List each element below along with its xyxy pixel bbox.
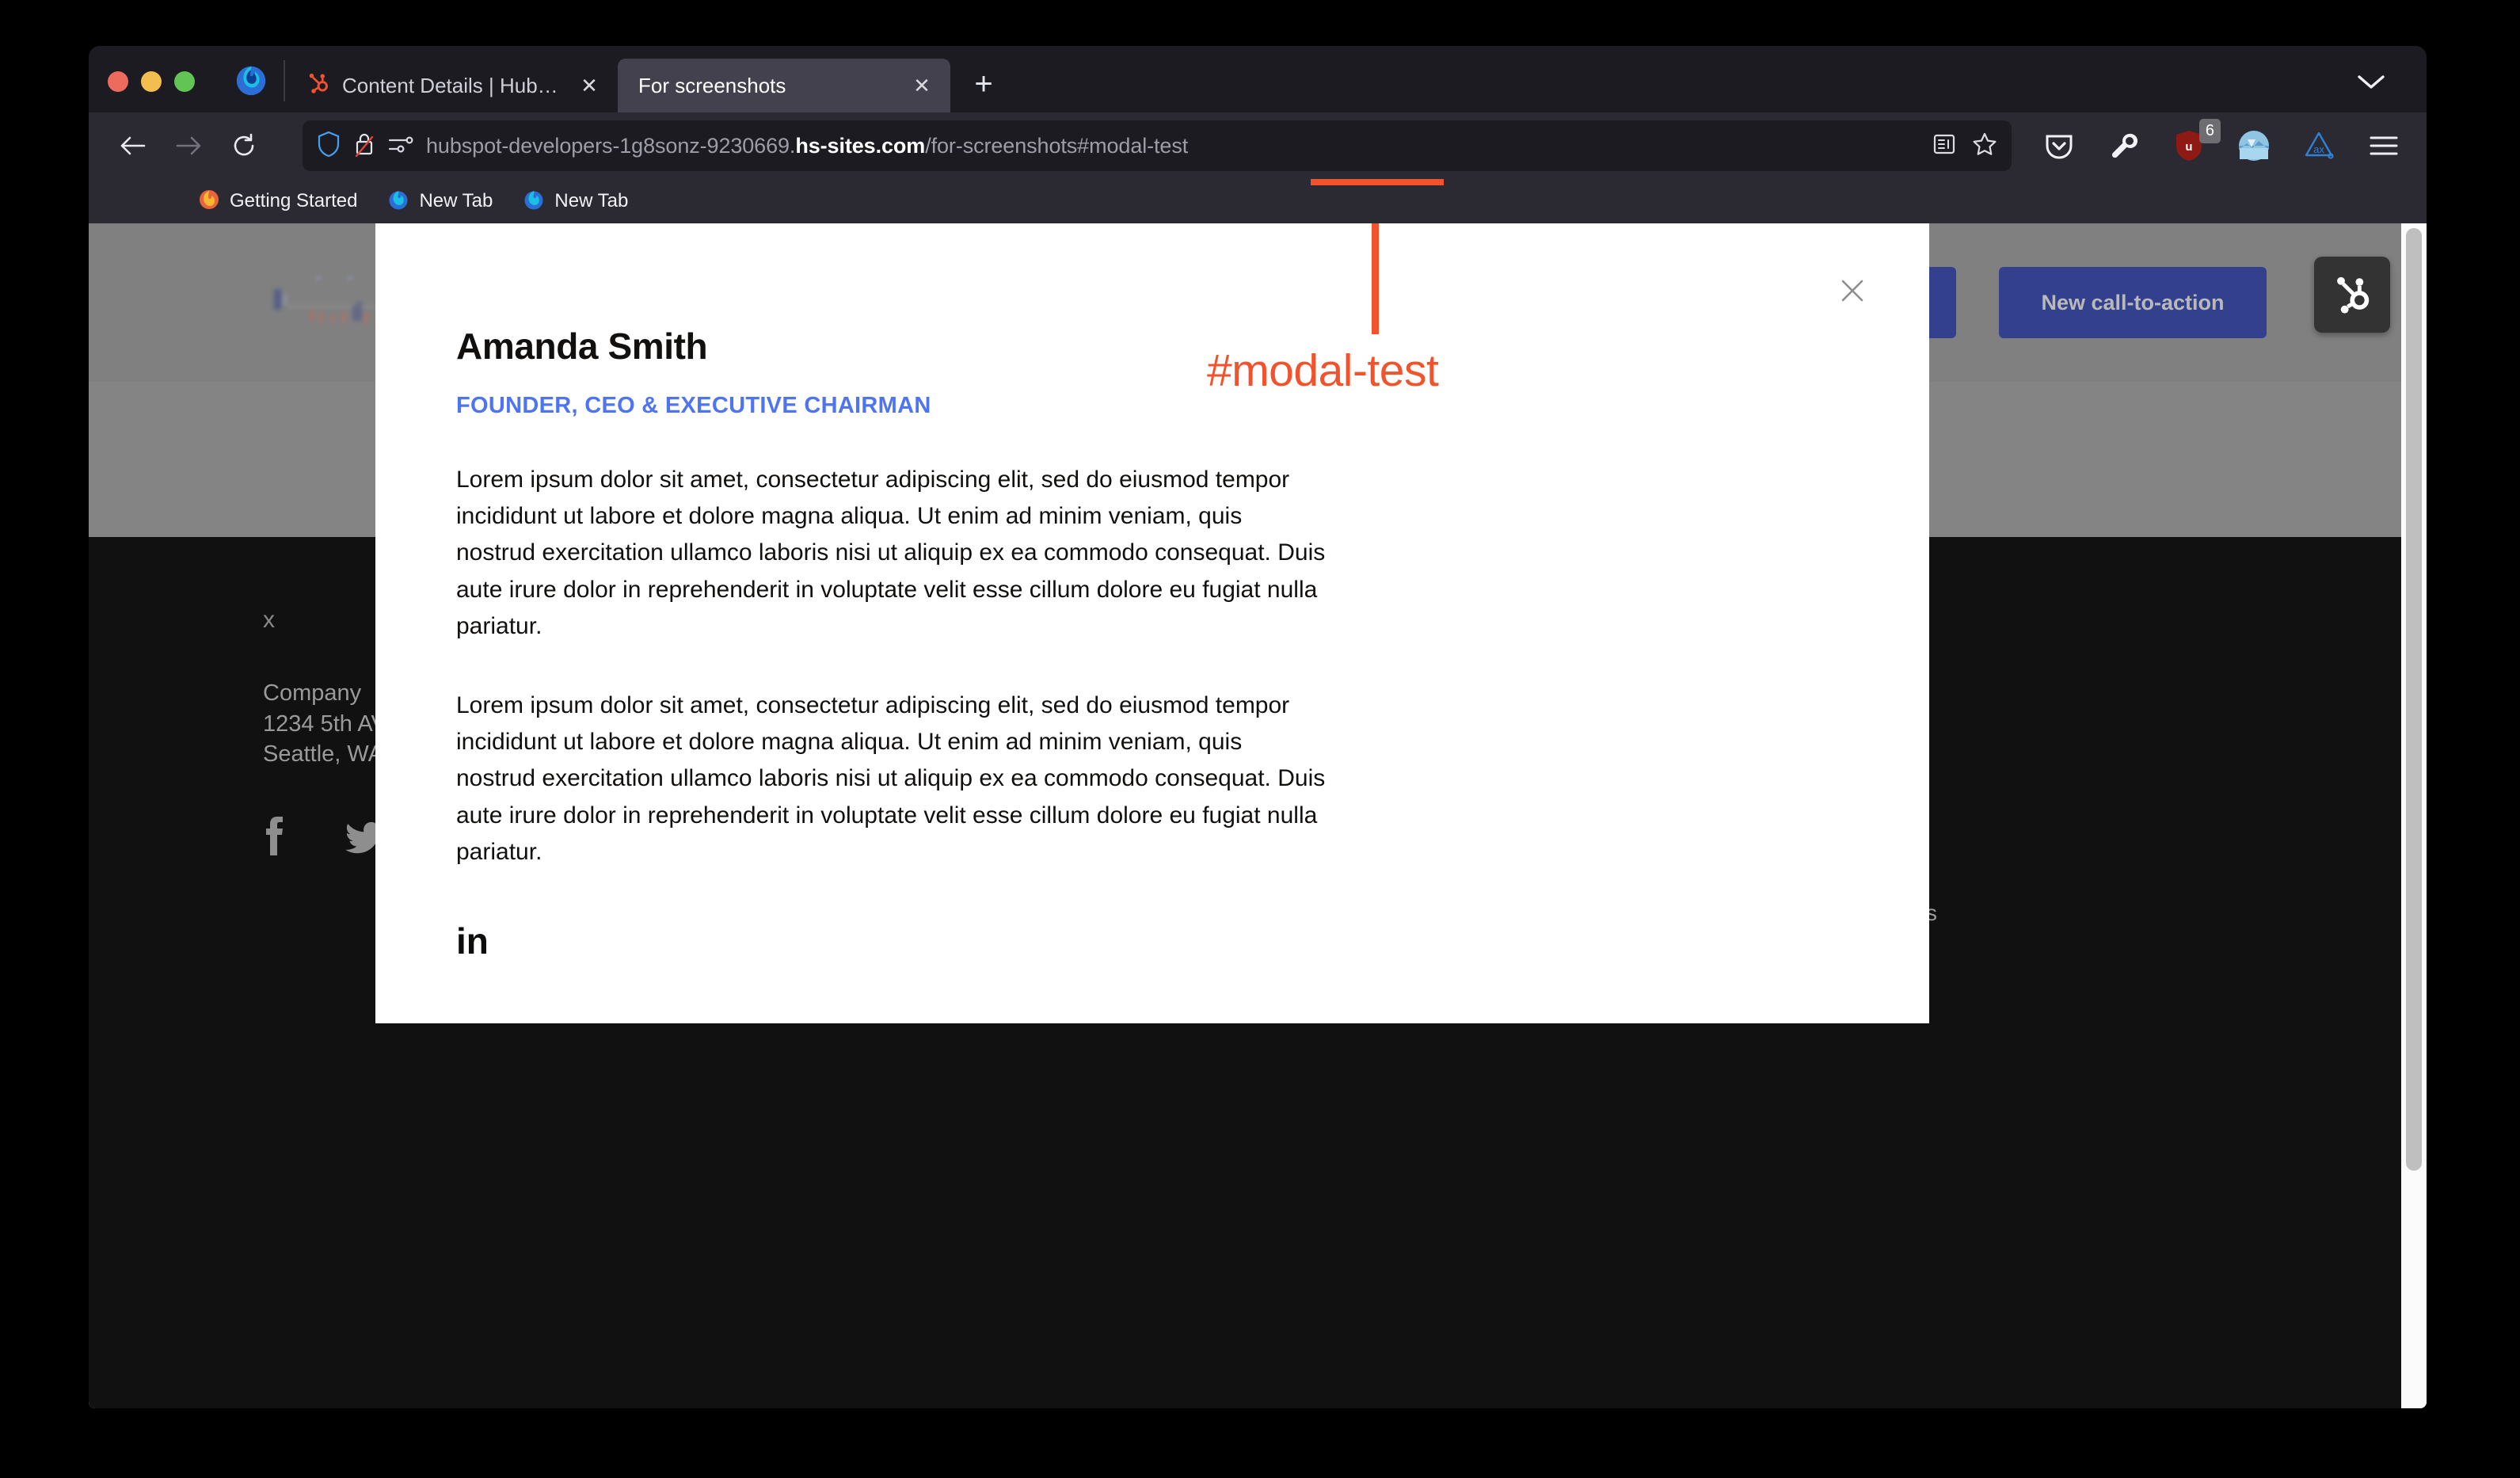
modal-paragraph-2: Lorem ipsum dolor sit amet, consectetur … [456,691,1326,865]
screenshot-capture-icon[interactable] [2235,127,2273,165]
svg-text:ax: ax [2313,143,2324,155]
annotation-underline [1311,179,1444,185]
bookmarks-bar: Getting Started New Tab New Tab [89,179,2427,223]
window-close-button[interactable] [108,71,128,92]
modal-body: Amanda Smith FOUNDER, CEO & EXECUTIVE CH… [375,223,1365,959]
firefox-logo-icon [387,189,409,215]
page-scrollbar[interactable] [2401,223,2427,1408]
tab-for-screenshots[interactable]: For screenshots ✕ [618,59,950,112]
bookmark-label: Getting Started [230,190,358,211]
hamburger-menu-icon[interactable] [2365,127,2403,165]
bookmark-new-tab-2[interactable]: New Tab [513,189,638,215]
scrollbar-thumb[interactable] [2406,228,2422,1171]
tab-close-icon[interactable]: ✕ [908,71,936,100]
tab-strip: Content Details | HubSpot ✕ For screensh… [89,46,2427,112]
window-maximize-button[interactable] [174,71,195,92]
tab-title: Content Details | HubSpot [342,73,562,97]
linkedin-icon[interactable]: in [456,923,1365,959]
new-tab-button[interactable]: + [961,62,1006,106]
wrench-icon[interactable] [2105,127,2143,165]
ublock-badge-count: 6 [2198,119,2221,143]
svg-text:u: u [2185,140,2192,154]
url-host: hs-sites.com [795,133,926,158]
annotation-pointer-line [1372,223,1379,334]
url-prefix: hubspot-developers-1g8sonz-9230669. [426,133,796,158]
url-text[interactable]: hubspot-developers-1g8sonz-9230669.hs-si… [426,134,1920,158]
annotation-label: #modal-test [1207,345,1439,396]
facebook-icon[interactable] [263,814,301,855]
tracking-settings-icon[interactable] [388,134,413,158]
firefox-logo-icon [523,189,545,215]
window-minimize-button[interactable] [141,71,162,92]
lock-disabled-icon[interactable] [353,131,375,162]
url-path: /for-screenshots#modal-test [925,133,1189,158]
browser-window: Content Details | HubSpot ✕ For screensh… [89,46,2427,1408]
tab-close-icon[interactable]: ✕ [575,71,603,100]
extensions-toolbar: u 6 ax [2040,119,2408,165]
bookmark-label: New Tab [419,190,493,211]
chevron-down-icon[interactable] [2354,68,2389,97]
ublock-origin-shield-icon[interactable]: u 6 [2170,119,2221,165]
url-bar[interactable]: hubspot-developers-1g8sonz-9230669.hs-si… [303,120,2012,171]
reload-icon[interactable] [219,120,269,171]
profile-modal: Amanda Smith FOUNDER, CEO & EXECUTIVE CH… [375,223,1929,1023]
new-call-to-action-button[interactable]: New call-to-action [1999,267,2267,338]
close-icon[interactable] [1834,272,1871,309]
forward-icon[interactable] [163,120,214,171]
bookmark-new-tab-1[interactable]: New Tab [378,189,502,215]
window-controls [89,71,195,112]
firefox-logo-icon [198,189,220,215]
hubspot-sprocket-icon [306,71,329,101]
navigation-toolbar: hubspot-developers-1g8sonz-9230669.hs-si… [89,112,2427,179]
axe-devtools-icon[interactable]: ax [2300,127,2338,165]
bookmark-getting-started[interactable]: Getting Started [188,189,367,215]
bookmark-star-icon[interactable] [1972,131,1997,161]
hubspot-sprocket-icon[interactable] [2314,257,2390,333]
tab-title: For screenshots [638,73,786,97]
shield-icon[interactable] [317,131,341,162]
tab-content-details[interactable]: Content Details | HubSpot ✕ [285,59,618,112]
back-icon[interactable] [108,120,158,171]
page-viewport: SIGN IN New call-to-action [89,223,2427,1408]
firefox-logo-icon [226,57,276,103]
urlbar-right-icons [1932,131,1997,161]
bookmark-label: New Tab [554,190,629,211]
reader-view-icon[interactable] [1932,132,1956,160]
pocket-icon[interactable] [2040,127,2078,165]
modal-paragraph-1: Lorem ipsum dolor sit amet, consectetur … [456,467,1326,639]
